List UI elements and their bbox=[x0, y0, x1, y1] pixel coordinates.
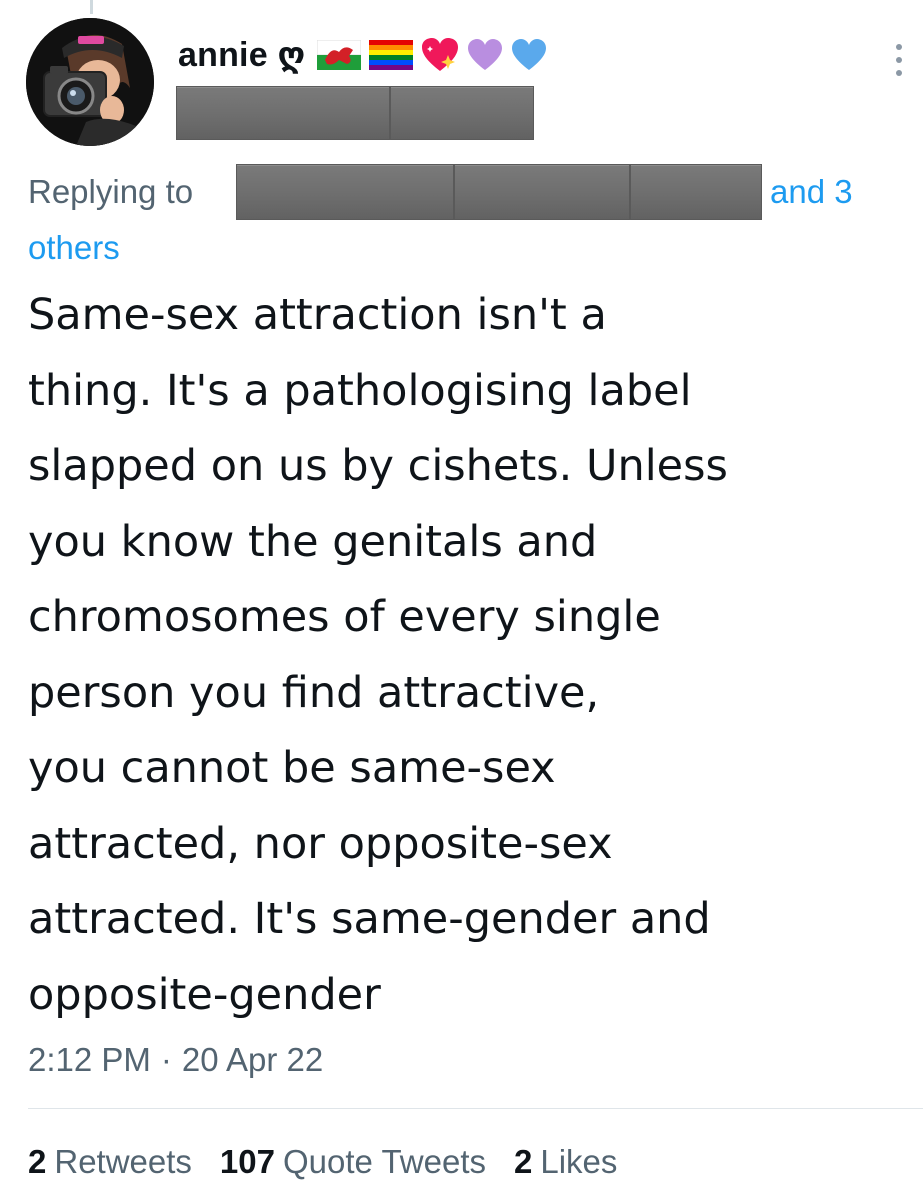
retweets-label: Retweets bbox=[54, 1143, 192, 1180]
tweet-text-line: attracted, nor opposite-sex bbox=[28, 818, 613, 869]
author-name-row: annie ღ bbox=[178, 30, 547, 80]
likes-label: Likes bbox=[540, 1143, 618, 1180]
more-dot bbox=[896, 44, 902, 50]
blue-heart-icon bbox=[512, 39, 547, 70]
redaction-block bbox=[390, 86, 534, 140]
retweets-stat[interactable]: 2 Retweets bbox=[28, 1138, 192, 1186]
purple-heart-icon bbox=[468, 39, 503, 70]
retweets-count: 2 bbox=[28, 1143, 47, 1180]
author-handle-redacted bbox=[176, 86, 534, 140]
quote-tweets-count: 107 bbox=[219, 1143, 275, 1180]
tweet-date: 20 Apr 22 bbox=[181, 1041, 324, 1078]
author-badges bbox=[317, 37, 547, 73]
more-dot bbox=[896, 57, 902, 63]
tweet-text-line: chromosomes of every single bbox=[28, 592, 661, 642]
tweet-text-line: you know the genitals and bbox=[28, 516, 598, 567]
redaction-block bbox=[176, 86, 390, 140]
avatar-image bbox=[26, 18, 154, 146]
thread-connector-line bbox=[90, 0, 93, 14]
likes-count: 2 bbox=[514, 1143, 533, 1180]
more-dot bbox=[896, 70, 902, 76]
redaction-block bbox=[454, 164, 630, 220]
redaction-block bbox=[236, 164, 454, 220]
tweet-time: 2:12 PM bbox=[28, 1041, 151, 1078]
sparkling-heart-icon bbox=[422, 38, 459, 71]
tweet-text-line: thing. It's a pathologising label bbox=[28, 365, 692, 416]
reply-others-link[interactable]: others bbox=[28, 224, 120, 272]
quote-tweets-label: Quote Tweets bbox=[282, 1143, 486, 1180]
stats-divider bbox=[28, 1108, 923, 1109]
reply-recipients-redacted bbox=[236, 164, 762, 220]
rainbow-flag-icon bbox=[369, 40, 414, 70]
tweet-text-line: person you find attractive, bbox=[28, 667, 600, 718]
tweet-text-line: slapped on us by cishets. Unless bbox=[28, 441, 728, 491]
more-options-icon[interactable] bbox=[889, 40, 909, 80]
tweet-stats: 2 Retweets 107 Quote Tweets 2 Likes bbox=[28, 1138, 617, 1186]
tweet-text-line: Same-sex attraction isn't a bbox=[28, 290, 607, 340]
redaction-block bbox=[630, 164, 762, 220]
author-display-name[interactable]: annie ღ bbox=[178, 35, 305, 75]
tweet-text-line: you cannot be same-sex bbox=[28, 743, 556, 793]
timestamp-separator: · bbox=[160, 1041, 172, 1078]
quote-tweets-stat[interactable]: 107 Quote Tweets bbox=[220, 1138, 486, 1186]
tweet-timestamp[interactable]: 2:12 PM · 20 Apr 22 bbox=[28, 1036, 323, 1084]
tweet-detail: annie ღ Replying to and 3 others Same-se… bbox=[0, 0, 923, 1200]
reply-and-more-link[interactable]: and 3 bbox=[770, 168, 853, 216]
wales-flag-icon bbox=[317, 40, 362, 70]
tweet-text: Same-sex attraction isn't a thing. It's … bbox=[28, 278, 913, 1033]
avatar[interactable] bbox=[26, 18, 154, 146]
tweet-text-line: attracted. It's same-gender and bbox=[28, 894, 711, 944]
replying-to-label: Replying to bbox=[28, 173, 194, 210]
likes-stat[interactable]: 2 Likes bbox=[514, 1138, 617, 1186]
tweet-text-line: opposite-gender bbox=[28, 969, 381, 1020]
